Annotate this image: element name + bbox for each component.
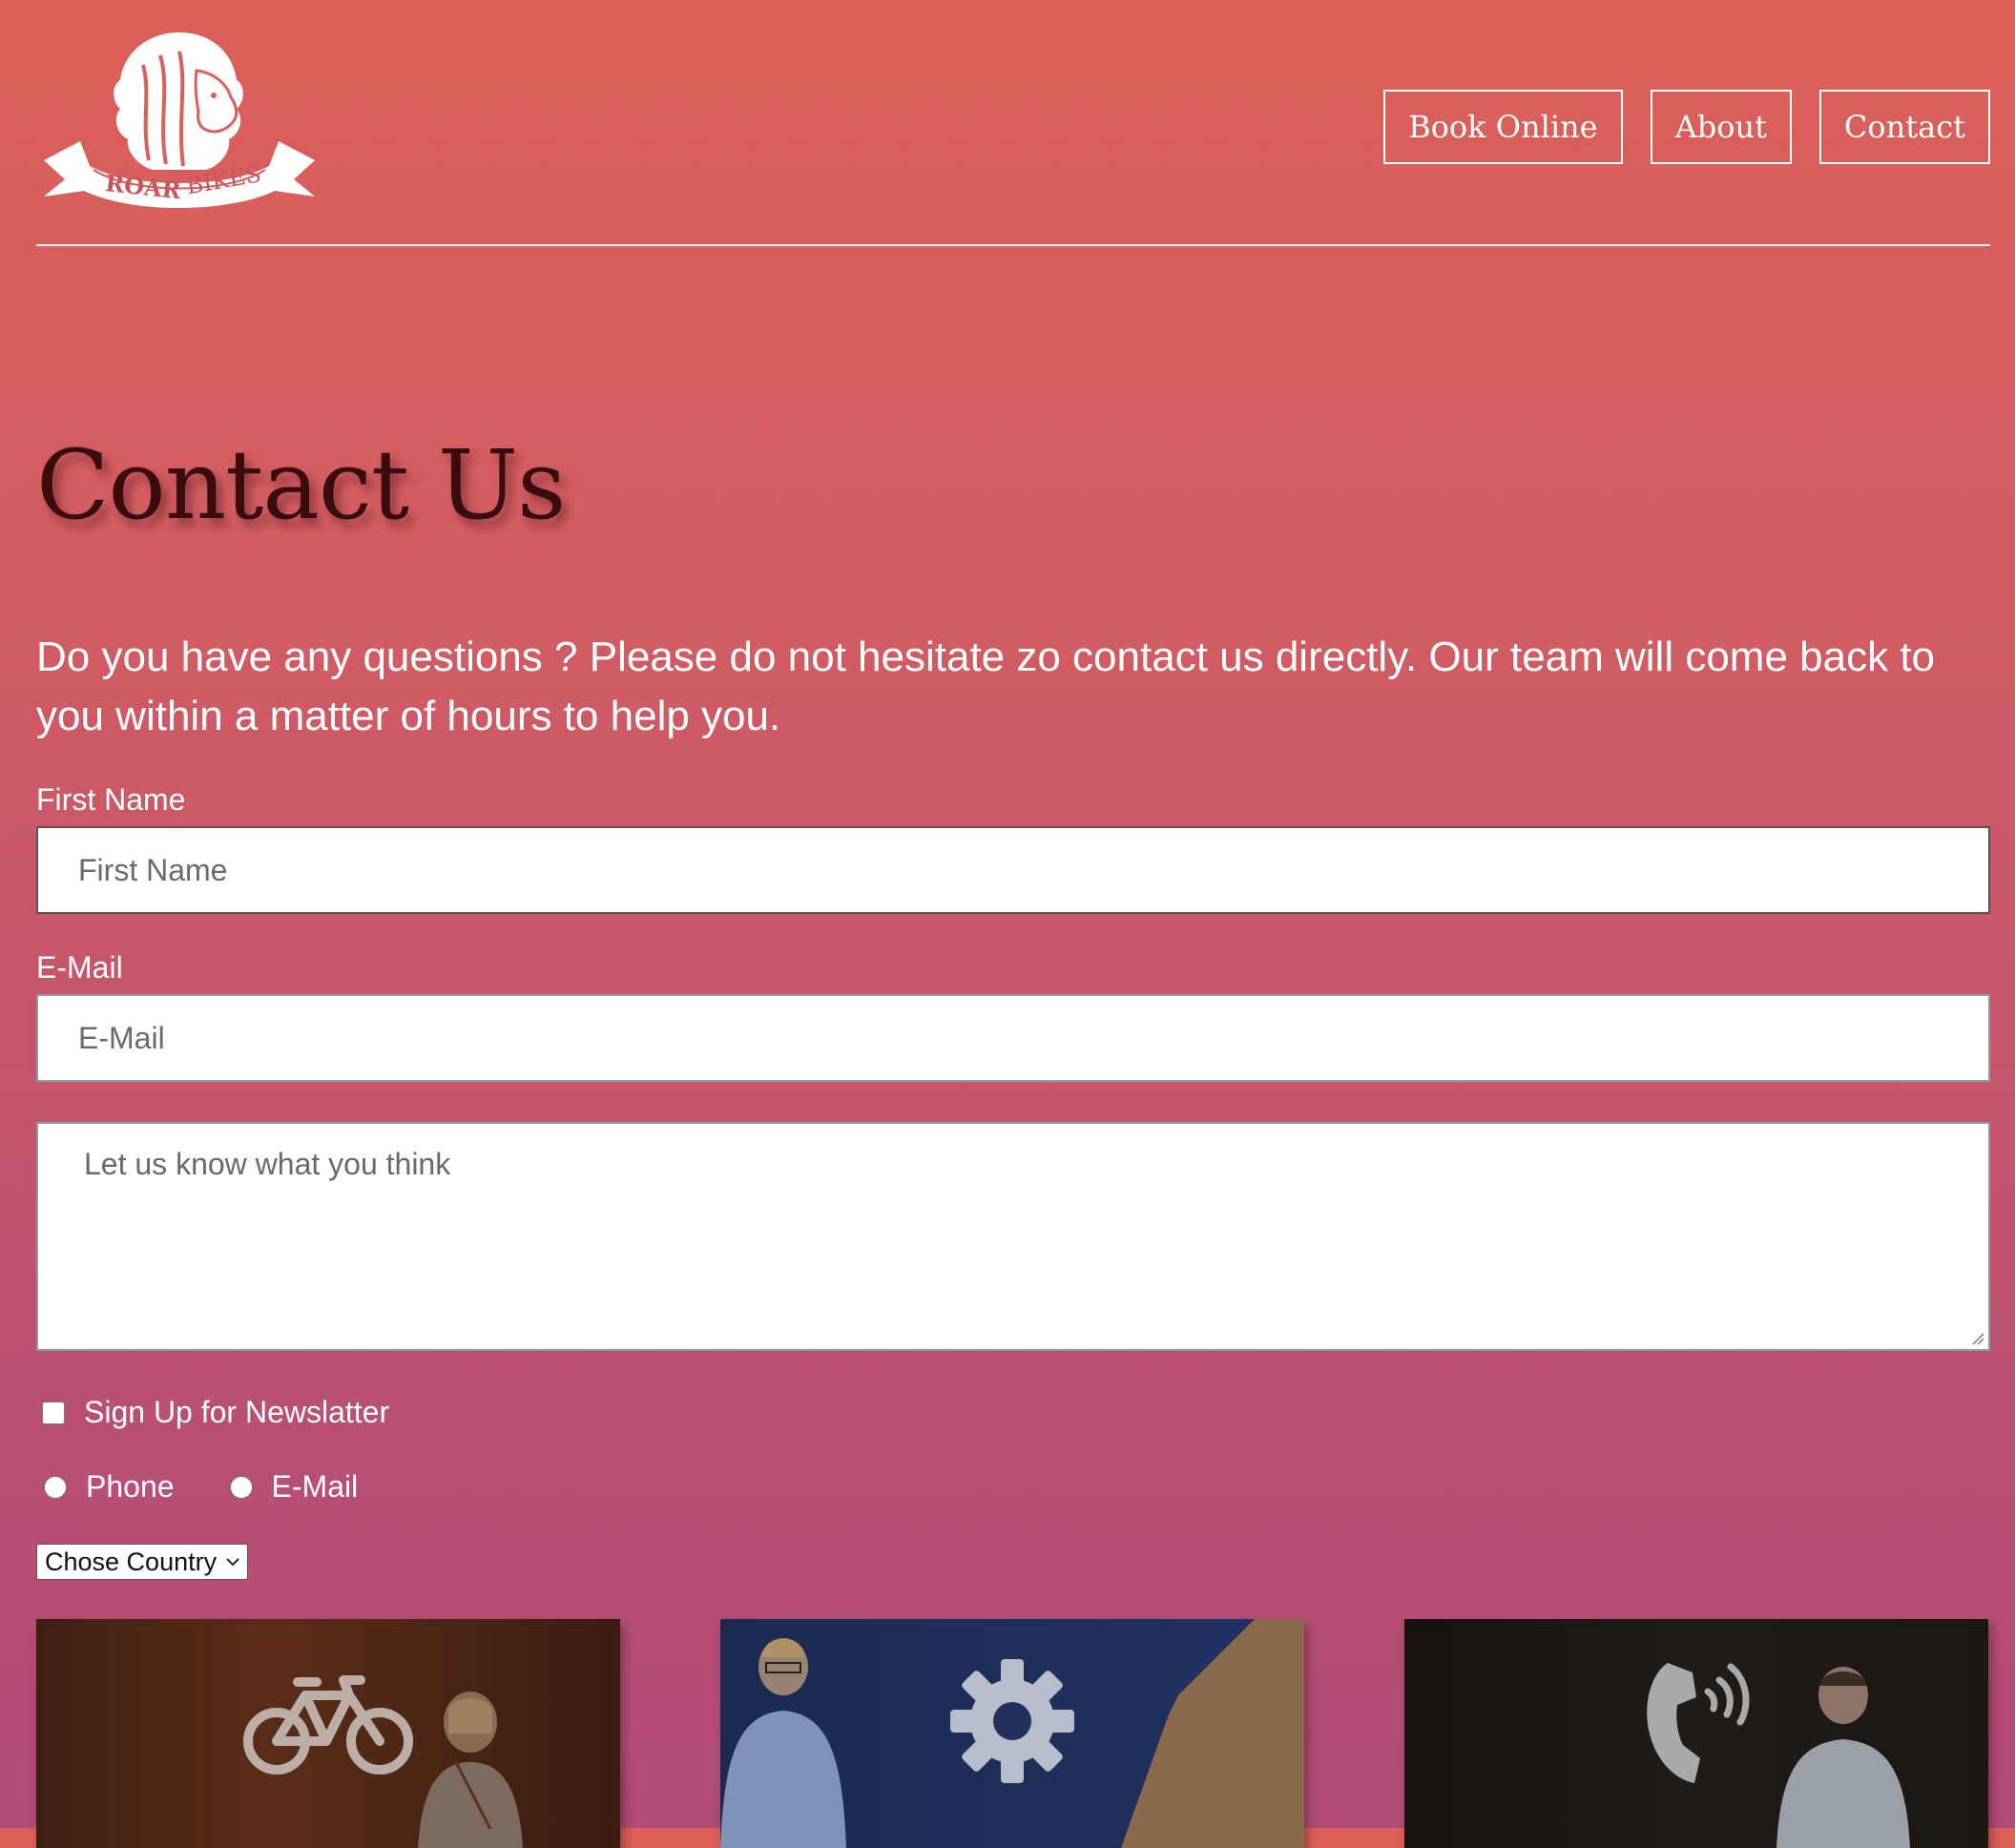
page-title: Contact Us — [36, 429, 567, 541]
email-label: E-Mail — [36, 950, 123, 985]
email-option[interactable]: E-Mail — [229, 1469, 359, 1505]
email-input[interactable]: E-Mail — [36, 994, 1990, 1082]
nav-about-button[interactable]: About — [1650, 90, 1792, 164]
bicycle-icon — [243, 1675, 413, 1775]
phone-icon — [1647, 1663, 1750, 1783]
chevron-down-icon — [226, 1558, 239, 1567]
card-services[interactable] — [720, 1619, 1304, 1848]
email-placeholder: E-Mail — [78, 1020, 165, 1055]
card-book-online[interactable] — [36, 1619, 620, 1848]
newsletter-checkbox[interactable] — [42, 1401, 65, 1424]
phone-radio-label: Phone — [86, 1469, 175, 1504]
message-placeholder: Let us know what you think — [84, 1147, 451, 1181]
first-name-placeholder: First Name — [78, 852, 228, 887]
roar-bikes-logo[interactable]: ROAR BIKES — [36, 27, 322, 221]
phone-option[interactable]: Phone — [44, 1469, 175, 1505]
resize-grip-icon[interactable] — [1971, 1332, 1984, 1345]
first-name-label: First Name — [36, 782, 186, 817]
main-nav: Book Online About Contact — [1383, 90, 1990, 164]
newsletter-label: Sign Up for Newslatter — [84, 1395, 390, 1429]
email-radio[interactable] — [229, 1475, 253, 1499]
site-header: ROAR BIKES Book Online About Contact — [36, 0, 1990, 246]
man-photo — [1776, 1667, 1910, 1848]
newsletter-row: Sign Up for Newslatter — [42, 1395, 389, 1430]
card-call[interactable] — [1404, 1619, 1988, 1848]
phone-radio[interactable] — [44, 1475, 67, 1499]
nav-book-online-button[interactable]: Book Online — [1383, 90, 1623, 164]
gear-icon — [950, 1659, 1074, 1783]
intro-text: Do you have any questions ? Please do no… — [36, 633, 1936, 739]
message-textarea[interactable]: Let us know what you think — [36, 1122, 1990, 1351]
country-select[interactable]: Chose Country — [36, 1544, 249, 1580]
email-radio-label: E-Mail — [271, 1469, 359, 1504]
country-select-value: Chose Country — [45, 1547, 218, 1576]
first-name-input[interactable]: First Name — [36, 826, 1990, 914]
contact-method-group: Phone E-Mail — [44, 1469, 413, 1505]
nav-contact-button[interactable]: Contact — [1818, 90, 1990, 164]
woman-photo — [418, 1692, 523, 1848]
